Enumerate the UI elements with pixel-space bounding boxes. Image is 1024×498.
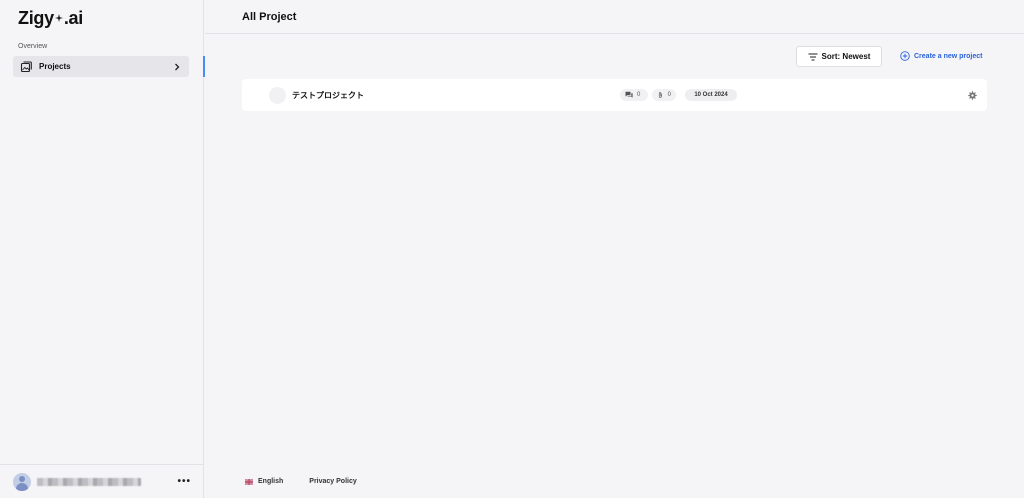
sidebar-section-label: Overview xyxy=(18,43,48,50)
privacy-policy-link[interactable]: Privacy Policy xyxy=(309,478,356,485)
language-selector[interactable]: English xyxy=(245,478,283,485)
page-title: All Project xyxy=(242,11,297,23)
logo-text-left: Zigy xyxy=(18,7,54,28)
attachment-count: 0 xyxy=(667,92,671,98)
message-count-badge: 0 xyxy=(620,89,648,101)
user-profile[interactable]: ••• xyxy=(0,464,204,498)
logo-mark-icon xyxy=(54,14,63,22)
logo-text-right: .ai xyxy=(63,7,83,28)
projects-icon xyxy=(20,60,32,72)
more-options-button[interactable]: ••• xyxy=(177,476,191,487)
project-row[interactable]: テストプロジェクト 0 0 10 Oct 2024 xyxy=(242,79,987,111)
sidebar: Zigy .ai Overview Projects ••• xyxy=(0,0,204,498)
language-label: English xyxy=(258,478,284,485)
uk-flag-icon xyxy=(245,478,253,485)
project-date: 10 Oct 2024 xyxy=(685,89,737,101)
paperclip-icon xyxy=(658,92,662,98)
create-project-label: Create a new project xyxy=(914,52,983,60)
chat-icon xyxy=(625,91,633,98)
avatar-head xyxy=(19,475,25,482)
project-thumbnail xyxy=(269,87,286,104)
footer: English Privacy Policy xyxy=(245,478,357,485)
plus-circle-icon xyxy=(900,51,910,61)
top-bar: All Project xyxy=(205,0,1024,34)
sidebar-item-label: Projects xyxy=(39,62,71,71)
user-name-redacted xyxy=(37,477,141,486)
gear-icon[interactable] xyxy=(968,91,977,100)
create-project-button[interactable]: Create a new project xyxy=(900,51,982,61)
sort-label: Sort: Newest xyxy=(821,52,871,61)
sidebar-item-projects[interactable]: Projects xyxy=(13,56,189,77)
main-content: All Project Sort: Newest Create a new pr… xyxy=(205,0,1024,498)
project-name[interactable]: テストプロジェクト xyxy=(292,90,364,101)
attachment-count-badge: 0 xyxy=(652,89,676,101)
avatar[interactable] xyxy=(13,472,31,491)
message-count: 0 xyxy=(637,92,641,98)
avatar-body xyxy=(16,482,28,491)
app-logo[interactable]: Zigy .ai xyxy=(18,8,83,28)
sort-button[interactable]: Sort: Newest xyxy=(796,46,882,67)
chevron-right-icon xyxy=(175,63,180,70)
filter-icon xyxy=(808,52,818,61)
